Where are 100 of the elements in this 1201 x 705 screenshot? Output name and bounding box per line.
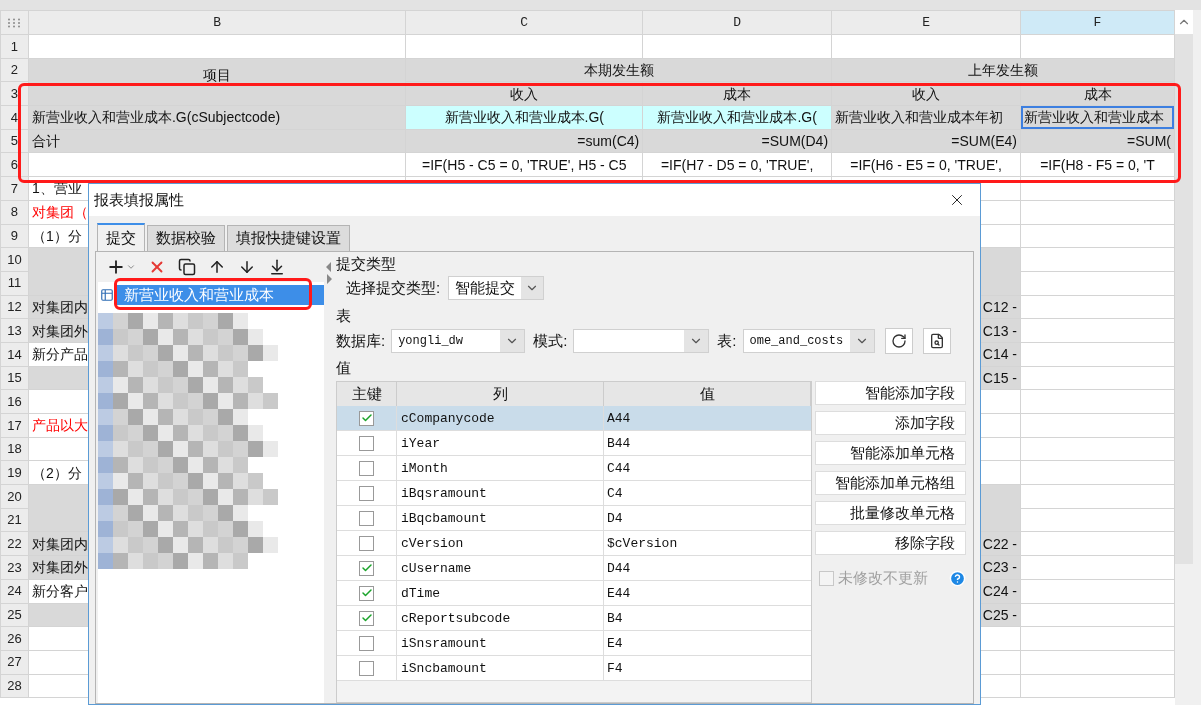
dropdown-field[interactable]: ome_and_costs xyxy=(742,329,875,353)
action-button[interactable]: 移除字段 xyxy=(815,531,966,555)
toolbar-button[interactable] xyxy=(208,258,226,276)
refresh-button[interactable] xyxy=(884,328,913,354)
table-cell-text: F4 xyxy=(606,660,624,678)
column-header[interactable]: F xyxy=(1020,10,1175,35)
sheet-cell[interactable]: 新营业收入和营业成本.G( xyxy=(642,105,832,130)
action-button[interactable]: 智能添加字段 xyxy=(815,381,966,405)
checkbox[interactable] xyxy=(359,510,374,526)
action-button[interactable]: 添加字段 xyxy=(815,411,966,435)
checkbox[interactable] xyxy=(359,635,374,651)
sheet-cell[interactable]: =IF(H8 - F5 = 0, 'T xyxy=(1020,152,1175,177)
checkbox[interactable] xyxy=(359,660,374,676)
table-cell: iMonth xyxy=(397,456,604,480)
table-cell: cVersion xyxy=(397,531,604,555)
table-row[interactable]: iMonth C44 xyxy=(337,456,811,481)
add-button[interactable] xyxy=(106,257,136,277)
table-cell: cReportsubcode xyxy=(397,606,604,630)
row-number: 10 xyxy=(0,247,29,272)
field-label: 数据库: xyxy=(336,330,386,351)
table-row[interactable]: iSncbamount F4 xyxy=(337,656,811,681)
checkbox-label: 未修改不更新 xyxy=(838,568,929,588)
toolbar-button[interactable] xyxy=(268,258,286,276)
column-header[interactable]: E xyxy=(831,10,1021,35)
row-number: 27 xyxy=(0,650,29,675)
dropdown-field[interactable]: 智能提交 xyxy=(448,276,545,300)
sheet-cell[interactable]: =sum(C4) xyxy=(405,129,643,153)
sheet-cell[interactable]: 上年发生额 xyxy=(831,58,1175,82)
checkbox[interactable] xyxy=(359,435,374,451)
checkbox[interactable] xyxy=(359,560,374,576)
sheet-cell[interactable]: 新营业收入和营业成本.G(cSubjectcode) xyxy=(28,105,406,130)
row-number: 15 xyxy=(0,366,29,390)
table-cell: iYear xyxy=(397,431,604,455)
table-row[interactable]: cVersion $cVersion xyxy=(337,531,811,556)
table-cell-text: $cVersion xyxy=(606,535,679,553)
column-header[interactable]: B xyxy=(28,10,406,35)
table-row[interactable]: iBqsramount C4 xyxy=(337,481,811,506)
table-cell-text: E4 xyxy=(606,635,624,653)
checkbox[interactable] xyxy=(359,485,374,501)
scroll-thumb[interactable] xyxy=(1175,34,1193,564)
file-search-icon xyxy=(928,333,945,349)
column-header[interactable]: D xyxy=(642,10,832,35)
preview-button[interactable] xyxy=(922,328,951,354)
sheet-cell[interactable]: =SUM(D4) xyxy=(642,129,832,153)
table-row[interactable]: dTime E44 xyxy=(337,581,811,606)
sheet-cell[interactable]: 本期发生额 xyxy=(405,58,832,82)
sheet-cell[interactable]: 合计 xyxy=(28,129,406,153)
row-number: 26 xyxy=(0,626,29,651)
table-row[interactable]: cUsername D44 xyxy=(337,556,811,581)
field-label: 选择提交类型: xyxy=(346,277,441,298)
sheet-cell[interactable]: =IF(H5 - C5 = 0, 'TRUE', H5 - C5 xyxy=(405,152,643,177)
row-number: 21 xyxy=(0,508,29,532)
checkbox[interactable] xyxy=(359,410,374,426)
table-cell-text: C44 xyxy=(606,460,632,478)
group-label: 表 xyxy=(336,306,352,326)
row-number: 1 xyxy=(0,34,29,59)
tab[interactable]: 填报快捷键设置 xyxy=(227,225,350,251)
scrollbar[interactable] xyxy=(1175,10,1201,705)
table-row[interactable]: iBqcbamount D4 xyxy=(337,506,811,531)
checkbox[interactable] xyxy=(359,460,374,476)
sheet-cell[interactable]: =SUM(E4) xyxy=(831,129,1021,153)
field-label: 模式: xyxy=(533,330,568,351)
action-button[interactable]: 批量修改单元格 xyxy=(815,501,966,525)
dropdown-field[interactable]: yongli_dw xyxy=(391,329,526,353)
splitter-arrows-icon[interactable] xyxy=(326,262,332,284)
tab[interactable]: 提交 xyxy=(97,223,145,251)
row-number: 25 xyxy=(0,603,29,627)
sheet-cell[interactable]: =SUM( xyxy=(1020,129,1175,153)
checkbox[interactable] xyxy=(359,535,374,551)
table-cell: iBqcbamount xyxy=(397,506,604,530)
sheet-cell[interactable]: 项目 xyxy=(28,58,406,106)
row-number: 9 xyxy=(0,224,29,248)
sheet-cell[interactable]: 新营业收入和营业成本.G( xyxy=(405,105,643,130)
table-row[interactable]: cReportsubcode B4 xyxy=(337,606,811,631)
sheet-cell[interactable]: 新营业收入和营业成本 xyxy=(1020,105,1175,130)
row-number: 12 xyxy=(0,295,29,319)
table-row[interactable]: cCompanycode A44 xyxy=(337,406,811,431)
toolbar-button[interactable] xyxy=(178,258,196,276)
toolbar-button[interactable] xyxy=(238,258,256,276)
row-number: 2 xyxy=(0,58,29,82)
table-icon xyxy=(100,288,114,302)
action-button[interactable]: 智能添加单元格组 xyxy=(815,471,966,495)
row-number: 13 xyxy=(0,318,29,343)
tab[interactable]: 数据校验 xyxy=(147,225,225,251)
checkbox[interactable] xyxy=(359,585,374,601)
sheet-cell[interactable]: =IF(H7 - D5 = 0, 'TRUE', xyxy=(642,152,832,177)
table-row[interactable]: iYear B44 xyxy=(337,431,811,456)
row-number: 22 xyxy=(0,531,29,556)
column-header[interactable]: C xyxy=(405,10,643,35)
sheet-cell[interactable]: =IF(H6 - E5 = 0, 'TRUE', xyxy=(831,152,1021,177)
table-cell-text: D44 xyxy=(606,560,632,578)
dropdown-field[interactable] xyxy=(573,329,710,353)
table-cell: iSnsramount xyxy=(397,631,604,655)
sheet-cell[interactable]: 新营业收入和营业成本年初 xyxy=(831,105,1021,130)
table-row[interactable]: iSnsramount E4 xyxy=(337,631,811,656)
checkbox[interactable] xyxy=(359,610,374,626)
table-cell-text: B4 xyxy=(606,610,624,628)
action-button[interactable]: 智能添加单元格 xyxy=(815,441,966,465)
arrow-down-icon xyxy=(238,258,256,276)
help-icon[interactable] xyxy=(949,569,966,587)
